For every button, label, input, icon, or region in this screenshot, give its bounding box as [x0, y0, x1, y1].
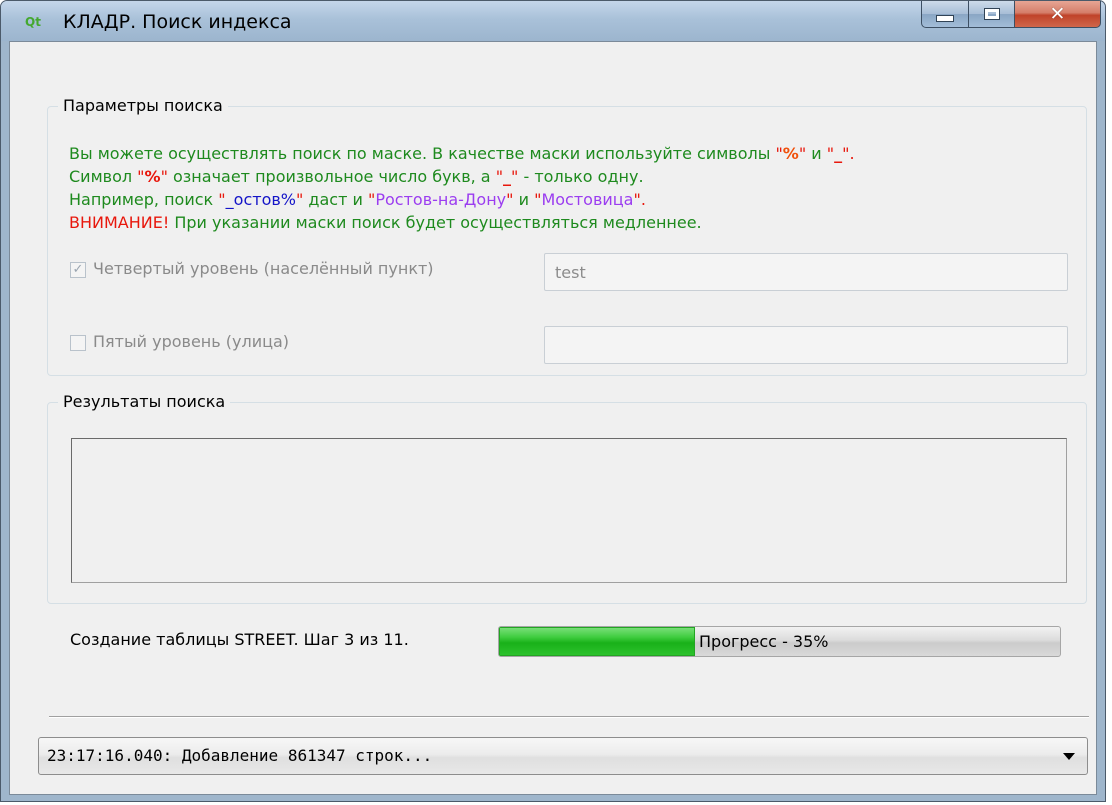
level5-label[interactable]: Пятый уровень (улица)	[93, 331, 289, 353]
search-results-title: Результаты поиска	[58, 391, 231, 413]
percent-symbol: %	[782, 144, 799, 163]
close-button[interactable]: ✕	[1015, 1, 1101, 28]
hint-text: - только одну.	[518, 167, 644, 186]
example-city-1: Ростов-на-Дону	[375, 190, 507, 209]
level4-label[interactable]: Четвертый уровень (населённый пункт)	[93, 258, 434, 280]
log-current-entry: 23:17:16.040: Добавление 861347 строк...	[47, 746, 433, 765]
quote: "	[775, 144, 783, 163]
warning-label: ВНИМАНИЕ!	[69, 213, 170, 232]
level4-checkbox[interactable]: ✓	[70, 262, 86, 278]
maximize-button[interactable]	[969, 1, 1015, 28]
search-results-group: Результаты поиска	[47, 391, 1087, 604]
results-list[interactable]	[71, 438, 1067, 583]
quote: "	[160, 167, 168, 186]
progress-label: Прогресс - 35%	[699, 632, 829, 651]
close-icon: ✕	[1049, 3, 1066, 25]
mask-hint-line-2: Символ "%" означает произвольное число б…	[69, 166, 644, 188]
mask-hint-line-1: Вы можете осуществлять поиск по маске. В…	[69, 143, 855, 165]
underscore-symbol: _	[503, 167, 512, 186]
quote: "	[137, 167, 145, 186]
mask-warning-line: ВНИМАНИЕ! При указании маски поиск будет…	[69, 212, 702, 234]
maximize-icon	[983, 8, 1000, 20]
hint-text: и	[513, 190, 535, 209]
example-city-2: Мостовица	[541, 190, 634, 209]
minimize-button[interactable]	[921, 1, 969, 28]
hint-text: При указании маски поиск будет осуществл…	[169, 213, 702, 232]
hint-text: означает произвольное число букв, а	[167, 167, 496, 186]
quote: "	[495, 167, 504, 186]
qt-app-icon[interactable]: Qt	[25, 13, 47, 31]
separator-line	[49, 716, 1089, 718]
app-window: Qt КЛАДР. Поиск индекса ✕ Параметры поис…	[0, 0, 1106, 802]
status-text: Создание таблицы STREET. Шаг 3 из 11.	[70, 630, 409, 649]
dropdown-arrow-icon[interactable]	[1063, 753, 1075, 760]
level4-input[interactable]: test	[544, 253, 1068, 291]
level5-checkbox[interactable]	[70, 335, 86, 351]
search-params-group: Параметры поиска Вы можете осуществлять …	[47, 95, 1087, 376]
quote: ".	[842, 144, 855, 163]
hint-text: Например, поиск	[69, 190, 219, 209]
mask-hint-line-3: Например, поиск "_остов%" даст и "Ростов…	[69, 189, 646, 211]
title-bar[interactable]: Qt КЛАДР. Поиск индекса ✕	[1, 1, 1105, 41]
log-combobox[interactable]: 23:17:16.040: Добавление 861347 строк...	[38, 737, 1088, 775]
caption-buttons: ✕	[921, 1, 1101, 29]
example-mask: _остов%	[225, 190, 296, 209]
window-title: КЛАДР. Поиск индекса	[63, 11, 292, 33]
hint-text: и	[806, 144, 827, 163]
level5-input[interactable]	[544, 326, 1068, 364]
hint-text: даст и	[303, 190, 368, 209]
check-icon: ✓	[72, 262, 84, 277]
underscore-symbol: _	[834, 144, 843, 163]
quote: "	[218, 190, 226, 209]
quote: "	[506, 190, 514, 209]
percent-symbol: %	[144, 167, 161, 186]
hint-text: Вы можете осуществлять поиск по маске. В…	[69, 144, 776, 163]
app-icon-text: Qt	[25, 15, 41, 29]
search-params-title: Параметры поиска	[58, 95, 228, 117]
hint-text: Символ	[69, 167, 138, 186]
dialog-client-area: Параметры поиска Вы можете осуществлять …	[9, 41, 1097, 795]
progress-bar: Прогресс - 35%	[498, 626, 1061, 657]
progress-fill	[499, 627, 696, 656]
quote: ".	[633, 190, 646, 209]
minimize-icon	[936, 15, 954, 22]
